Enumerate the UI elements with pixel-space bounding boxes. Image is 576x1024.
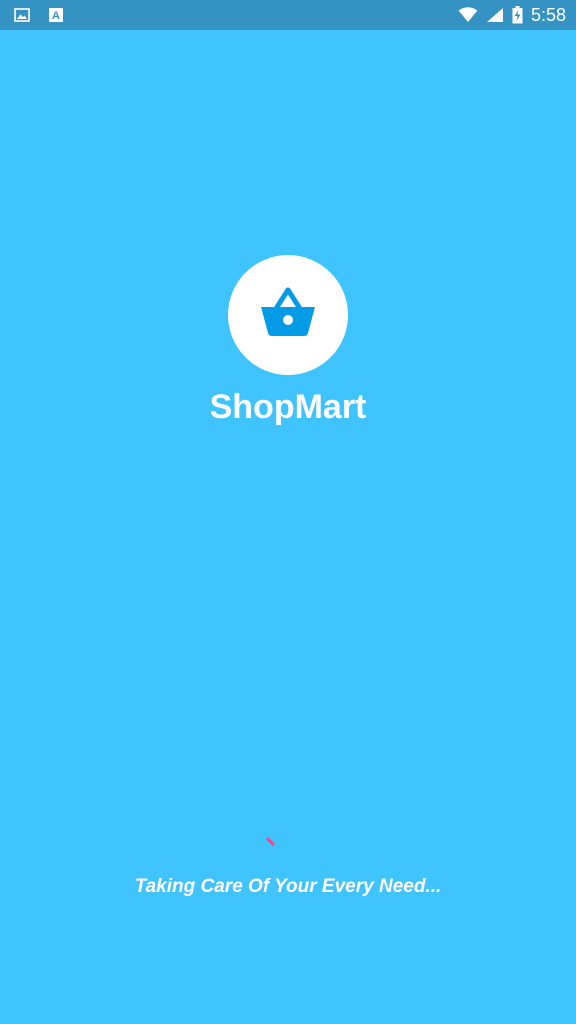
app-logo (228, 255, 348, 375)
image-notification-icon (14, 7, 30, 23)
loading-spinner (264, 836, 278, 850)
battery-charging-icon (512, 6, 523, 24)
shopping-basket-icon (259, 287, 317, 344)
wifi-icon (458, 7, 478, 23)
svg-text:A: A (52, 10, 60, 22)
status-bar: A 5:58 (0, 0, 576, 30)
text-notification-icon: A (48, 7, 64, 23)
app-name: ShopMart (209, 388, 367, 426)
system-status-icons: 5:58 (458, 4, 566, 26)
cellular-signal-icon (486, 7, 504, 23)
notification-icons: A (14, 7, 64, 23)
status-clock: 5:58 (530, 5, 566, 25)
tagline: Taking Care Of Your Every Need... (134, 876, 442, 897)
